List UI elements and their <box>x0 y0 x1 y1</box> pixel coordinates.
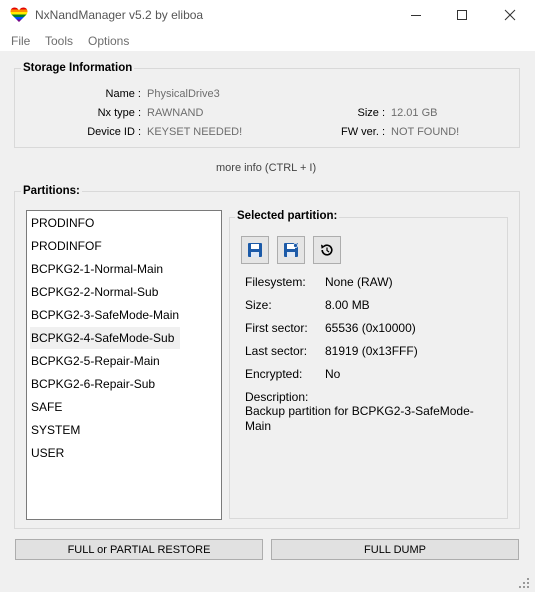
filesystem-value: None (RAW) <box>325 275 393 289</box>
partitions-list[interactable]: PRODINFO PRODINFOF BCPKG2-1-Normal-Main … <box>26 210 222 520</box>
nxtype-label: Nx type : <box>97 107 141 119</box>
storage-info-title: Storage Information <box>21 62 135 74</box>
restore-partition-button[interactable] <box>313 236 341 264</box>
close-button[interactable] <box>487 0 533 30</box>
menu-options[interactable]: Options <box>88 34 129 48</box>
device-id-value: KEYSET NEEDED! <box>147 126 243 138</box>
device-id-label: Device ID : <box>87 126 141 138</box>
partition-item[interactable]: BCPKG2-2-Normal-Sub <box>30 281 164 303</box>
partition-size-value: 8.00 MB <box>325 298 370 312</box>
last-sector-value: 81919 (0x13FFF) <box>325 344 418 358</box>
partition-item[interactable]: BCPKG2-3-SafeMode-Main <box>30 304 185 326</box>
description-line-2: Main <box>245 419 272 433</box>
minimize-button[interactable] <box>393 0 439 30</box>
last-sector-label: Last sector: <box>245 344 308 358</box>
partition-size-label: Size: <box>245 298 272 312</box>
encrypted-value: No <box>325 367 341 381</box>
size-label: Size : <box>357 107 385 119</box>
fw-version-value: NOT FOUND! <box>391 126 460 138</box>
more-info-link[interactable]: more info (CTRL + I) <box>216 162 316 174</box>
partition-item[interactable]: SYSTEM <box>30 419 86 441</box>
name-value: PhysicalDrive3 <box>147 88 220 100</box>
rainbow-heart-icon <box>10 7 28 22</box>
full-or-partial-restore-button[interactable]: FULL or PARTIAL RESTORE <box>15 539 263 560</box>
first-sector-label: First sector: <box>245 321 308 335</box>
menu-file[interactable]: File <box>11 34 30 48</box>
menu-bar: File Tools Options <box>0 30 535 51</box>
save-as-icon <box>284 243 298 257</box>
window-title: NxNandManager v5.2 by eliboa <box>35 8 204 22</box>
fw-version-label: FW ver. : <box>341 126 385 138</box>
dump-partition-as-button[interactable] <box>277 236 305 264</box>
maximize-button[interactable] <box>439 0 485 30</box>
size-value: 12.01 GB <box>391 107 438 119</box>
encrypted-label: Encrypted: <box>245 367 303 381</box>
close-icon <box>504 9 516 21</box>
partition-item[interactable]: PRODINFO <box>30 212 100 234</box>
name-label: Name : <box>105 88 141 100</box>
maximize-icon <box>457 10 467 20</box>
description-label: Description: <box>245 390 309 404</box>
selected-partition-title: Selected partition: <box>235 210 340 222</box>
first-sector-value: 65536 (0x10000) <box>325 321 416 335</box>
menu-tools[interactable]: Tools <box>45 34 73 48</box>
partition-item[interactable]: SAFE <box>30 396 68 418</box>
restore-icon <box>321 244 333 256</box>
partitions-title: Partitions: <box>21 185 82 197</box>
partition-item[interactable]: BCPKG2-5-Repair-Main <box>30 350 166 372</box>
full-dump-button[interactable]: FULL DUMP <box>271 539 519 560</box>
nxtype-value: RAWNAND <box>147 107 204 119</box>
save-icon <box>248 243 262 257</box>
dump-partition-button[interactable] <box>241 236 269 264</box>
partition-item-selected[interactable]: BCPKG2-4-SafeMode-Sub <box>30 327 181 349</box>
minimize-icon <box>411 15 421 16</box>
resize-grip-icon[interactable] <box>518 577 530 589</box>
partition-item[interactable]: BCPKG2-6-Repair-Sub <box>30 373 161 395</box>
filesystem-label: Filesystem: <box>245 275 306 289</box>
partition-item[interactable]: PRODINFOF <box>30 235 108 257</box>
title-bar[interactable]: NxNandManager v5.2 by eliboa <box>0 0 535 30</box>
description-line-1: Backup partition for BCPKG2-3-SafeMode- <box>245 404 474 418</box>
partition-item[interactable]: BCPKG2-1-Normal-Main <box>30 258 169 280</box>
partition-item[interactable]: USER <box>30 442 70 464</box>
